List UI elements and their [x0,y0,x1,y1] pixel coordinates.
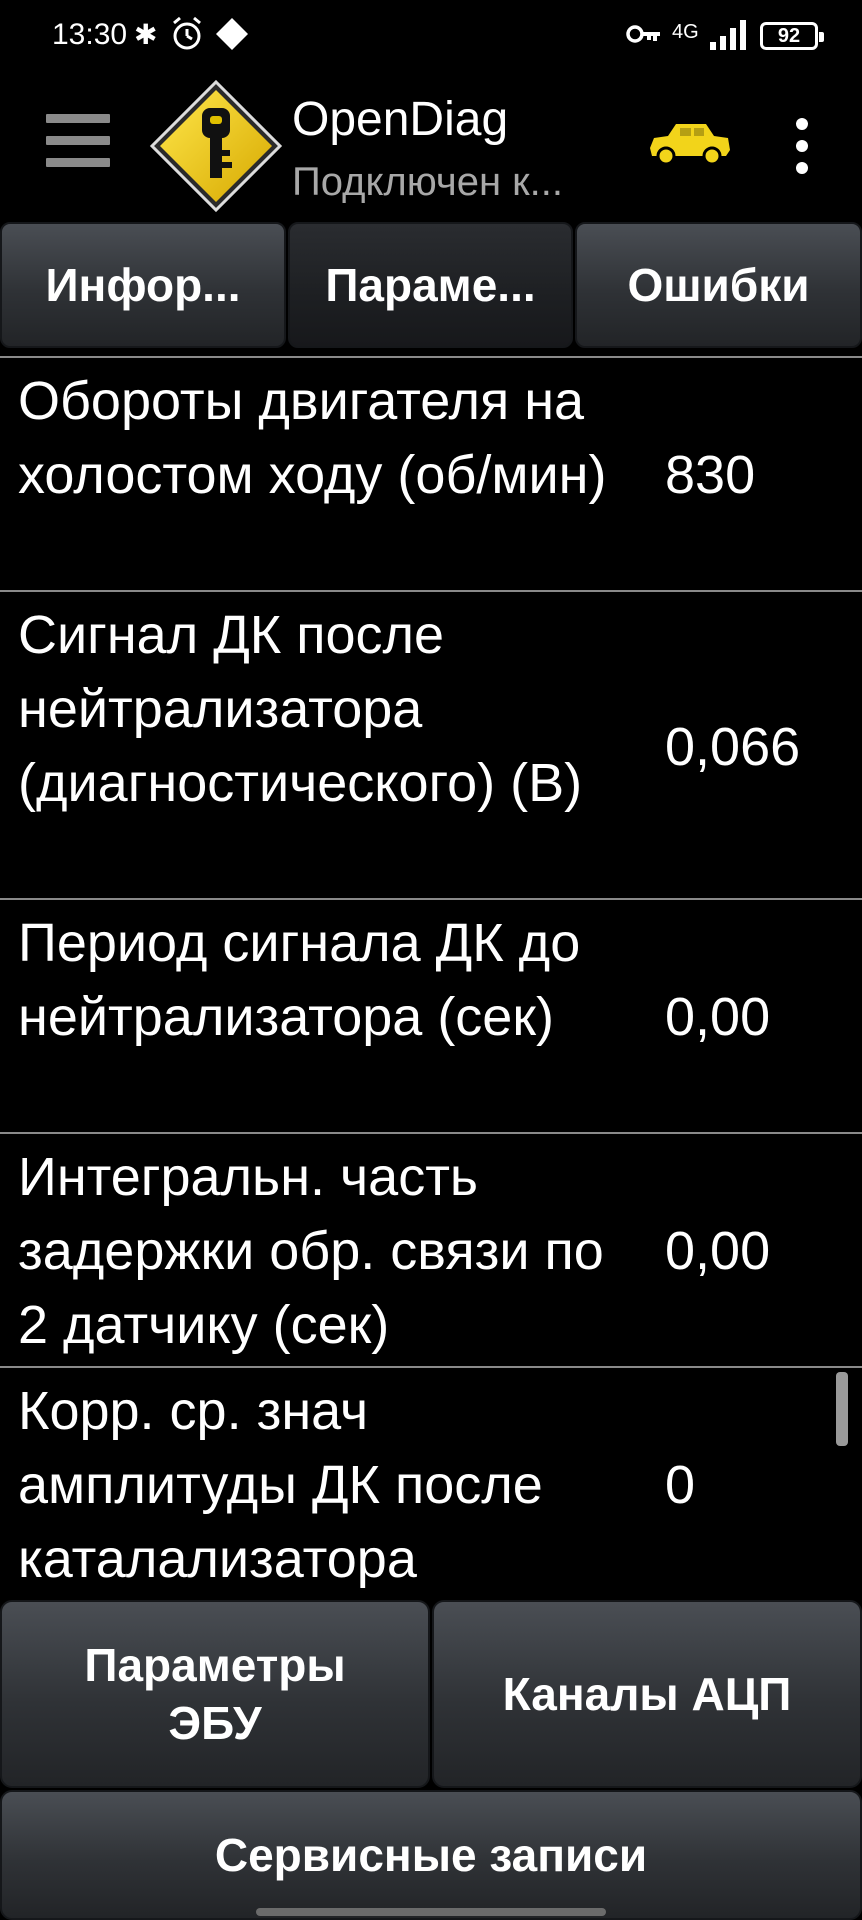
tab-bar: Инфор... Параме... Ошибки [0,220,862,352]
app-title: OpenDiag [292,93,509,146]
network-type: 4G [672,20,699,43]
tab-parameters[interactable]: Параме... [288,222,573,348]
status-bar: 13:30 ✱ 4G 92 [0,0,862,72]
parameter-value: 0,00 [665,987,771,1047]
status-time: 13:30 [52,18,128,51]
parameter-list[interactable]: Обороты двигателя на холостом ходу (об/м… [0,356,862,1596]
parameter-name: Период сигнала ДК до нейтрализатора (сек… [18,913,581,1047]
tab-info[interactable]: Инфор... [0,222,286,348]
service-records-button[interactable]: Сервисные записи [0,1790,862,1920]
ecu-parameters-button[interactable]: Параметры ЭБУ [0,1600,430,1788]
tab-errors[interactable]: Ошибки [575,222,862,348]
location-diamond-icon [216,18,248,50]
more-options-icon[interactable] [790,118,814,174]
list-scrollbar[interactable] [836,1372,848,1446]
app-bar: OpenDiag Подключен к... [0,72,862,220]
alarm-icon [173,16,201,50]
list-item[interactable]: Период сигнала ДК до нейтрализатора (сек… [0,898,862,1132]
list-item[interactable]: Сигнал ДК после нейтрализатора (диагност… [0,590,862,898]
car-icon[interactable] [644,118,734,168]
bluetooth-icon: ✱ [134,18,158,50]
parameter-name: Корр. ср. знач амплитуды ДК после катала… [18,1381,543,1589]
menu-icon[interactable] [46,108,110,180]
parameter-name: Обороты двигателя на холостом ходу (об/м… [18,371,607,505]
parameter-value: 830 [665,445,756,505]
vpn-key-icon [626,25,660,43]
home-indicator[interactable] [256,1908,606,1916]
list-item[interactable]: Корр. ср. знач амплитуды ДК после катала… [0,1366,862,1596]
adc-channels-button[interactable]: Каналы АЦП [432,1600,862,1788]
list-item[interactable]: Интегральн. часть задержки обр. связи по… [0,1132,862,1366]
parameter-name: Интегральн. часть задержки обр. связи по… [18,1147,604,1355]
battery-icon: 92 [760,22,824,50]
signal-icon [710,20,746,50]
battery-level: 92 [777,24,801,47]
connection-status: Подключен к... [292,160,563,204]
parameter-value: 0,066 [665,717,801,777]
list-item[interactable]: Обороты двигателя на холостом ходу (об/м… [0,356,862,590]
parameter-value: 0,00 [665,1221,771,1281]
parameter-value: 0 [665,1455,696,1515]
parameter-name: Сигнал ДК после нейтрализатора (диагност… [18,605,583,813]
opendiag-logo [149,79,283,213]
